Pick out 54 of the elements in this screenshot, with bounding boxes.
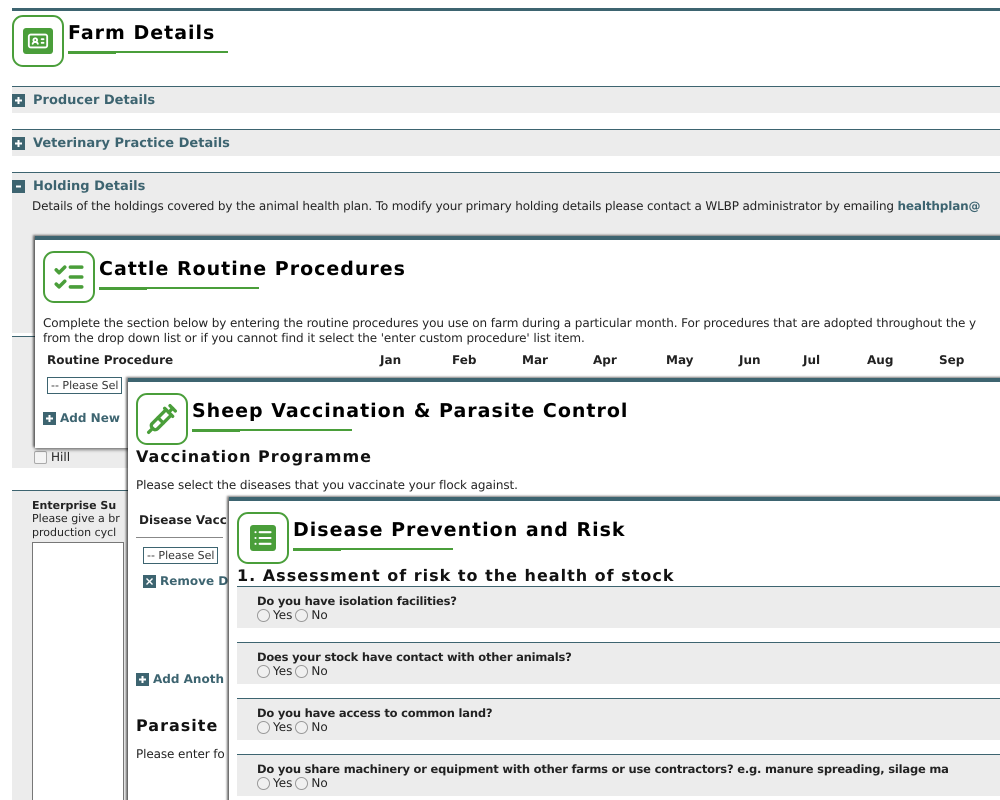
radio-option[interactable]: Yes (257, 608, 292, 622)
radio-option[interactable]: No (295, 720, 328, 734)
disease-select[interactable]: -- Please Sel (143, 547, 218, 564)
question-text: Do you have isolation facilities? (257, 594, 457, 608)
remove-link[interactable]: Remove D (143, 574, 228, 588)
section-heading: Vaccination Programme (136, 447, 372, 466)
column-header: Aug (867, 353, 894, 367)
radio-option[interactable]: No (295, 664, 328, 678)
window-title: Cattle Routine Procedures (99, 257, 406, 281)
enterprise-text-area[interactable] (32, 542, 124, 800)
section-heading: Parasite (136, 716, 218, 735)
instructions-text: Please select the diseases that you vaccinate your flock against. (136, 478, 518, 493)
hill-checkbox[interactable]: Hill (34, 450, 70, 464)
email-link[interactable]: healthplan@ (898, 199, 980, 213)
radio-option[interactable]: Yes (257, 776, 292, 790)
column-header: Mar (522, 353, 549, 367)
window-title: Sheep Vaccination & Parasite Control (192, 399, 628, 423)
column-header: Apr (593, 353, 618, 367)
add-new-link[interactable]: Add New (43, 411, 120, 425)
window-title: Disease Prevention and Risk (293, 518, 626, 542)
instructions-text: Please enter fo (136, 747, 225, 762)
radio-option[interactable]: No (295, 776, 328, 790)
holding-description: Details of the holdings covered by the animal health plan. To modify your primary holding details please contact a WLBP administrator by emailing healthplan@ (32, 199, 982, 213)
section-heading: 1. Assessment of risk to the health of stock (237, 566, 674, 585)
add-another-link[interactable]: Add Anoth (136, 672, 224, 686)
instructions-text: from the drop down list or if you cannot find it select the 'enter custom procedure' list item. (43, 331, 585, 346)
question-text: Do you have access to common land? (257, 706, 492, 720)
column-header: May (666, 353, 694, 367)
plus-icon (136, 672, 149, 686)
list-icon (237, 512, 289, 564)
column-header: Jan (380, 353, 402, 367)
plus-icon (43, 412, 56, 424)
column-header: Feb (452, 353, 478, 367)
enterprise-label: Enterprise Su (32, 499, 116, 512)
section-header[interactable]: Producer Details (12, 87, 162, 113)
radio-option[interactable]: No (295, 608, 328, 622)
instructions-text: Complete the section below by entering the routine procedures you use on farm during a particular month. For procedures that are adopted throughout the y (43, 316, 976, 331)
question-text: Does your stock have contact with other animals? (257, 650, 572, 664)
enterprise-hint: production cycl (32, 526, 116, 540)
page-title: Farm Details (68, 21, 216, 45)
close-icon (143, 574, 156, 588)
syringe-icon (136, 393, 188, 445)
column-header: Sep (939, 353, 966, 367)
question-text: Do you share machinery or equipment with other farms or use contractors? e.g. manure spreading, silage ma (257, 762, 949, 776)
column-header: Jul (803, 353, 822, 367)
enterprise-hint: Please give a br (32, 512, 120, 526)
radio-option[interactable]: Yes (257, 720, 292, 734)
column-header: Routine Procedure (47, 353, 174, 367)
column-header: Jun (739, 353, 762, 367)
checklist-icon (43, 251, 95, 303)
radio-option[interactable]: Yes (257, 664, 292, 678)
procedure-select[interactable]: -- Please Sel (47, 377, 122, 394)
section-header[interactable]: Holding Details (12, 173, 152, 199)
id-card-icon (12, 15, 64, 67)
